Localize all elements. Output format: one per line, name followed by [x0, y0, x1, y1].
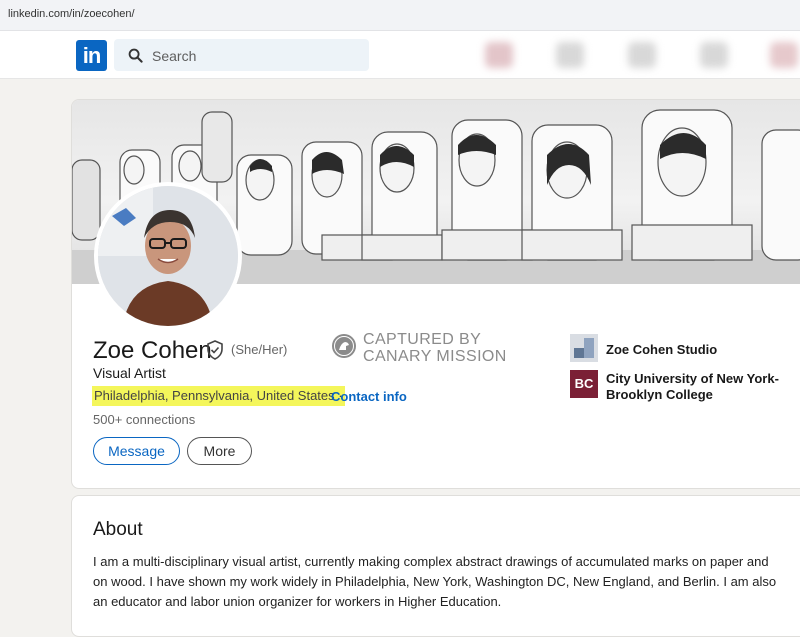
pronouns: (She/Her) [231, 342, 288, 357]
profile-location: Philadelphia, Pennsylvania, United State… [92, 386, 345, 406]
canary-mission-icon [332, 334, 356, 358]
connections-count[interactable]: 500+ connections [93, 412, 195, 427]
about-title: About [93, 519, 143, 540]
profile-name: Zoe Cohen [93, 337, 212, 364]
stamp-line-1: CAPTURED BY [363, 331, 482, 348]
org-college-line-1: City University of New York- [606, 371, 779, 386]
verified-shield-icon[interactable] [206, 340, 224, 360]
url-text[interactable]: linkedin.com/in/zoecohen/ [8, 8, 135, 20]
studio-logo[interactable] [570, 334, 598, 362]
home-icon[interactable] [485, 42, 513, 68]
network-icon[interactable] [556, 42, 584, 68]
browser-url-bar[interactable]: linkedin.com/in/zoecohen/ [0, 0, 800, 31]
about-section: About I am a multi-disciplinary visual a… [71, 495, 800, 637]
stamp-line-2: CANARY MISSION [363, 348, 507, 365]
search-box[interactable] [114, 39, 369, 71]
search-input[interactable] [150, 45, 354, 67]
profile-headline: Visual Artist [93, 365, 166, 381]
canary-mission-watermark: CAPTURED BY CANARY MISSION [363, 331, 507, 365]
jobs-icon[interactable] [628, 42, 656, 68]
profile-photo [98, 186, 238, 326]
profile-avatar[interactable] [94, 182, 242, 330]
org-college-name[interactable]: City University of New York- Brooklyn Co… [606, 371, 779, 403]
brooklyn-college-logo[interactable]: BC [570, 370, 598, 398]
more-button[interactable]: More [187, 437, 252, 465]
studio-logo-icon [574, 338, 594, 358]
search-icon [128, 48, 143, 63]
messaging-icon[interactable] [700, 42, 728, 68]
notifications-icon[interactable] [770, 42, 798, 68]
message-button[interactable]: Message [93, 437, 180, 465]
top-navbar: in [0, 31, 800, 79]
about-text: I am a multi-disciplinary visual artist,… [93, 554, 777, 609]
org-studio-name[interactable]: Zoe Cohen Studio [606, 342, 717, 358]
profile-card: Zoe Cohen (She/Her) Visual Artist Philad… [71, 99, 800, 489]
org-college-line-2: Brooklyn College [606, 387, 713, 402]
contact-info-link[interactable]: Contact info [331, 389, 407, 404]
linkedin-logo[interactable]: in [76, 40, 107, 71]
